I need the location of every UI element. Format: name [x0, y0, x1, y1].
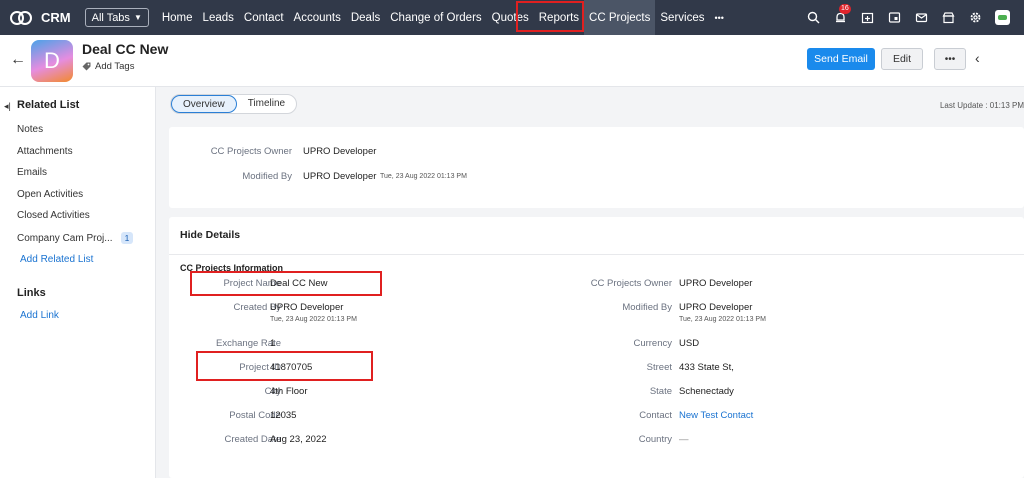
collapse-sidebar-icon[interactable]: ◂| — [4, 101, 11, 112]
nav-tab-quotes[interactable]: Quotes — [487, 0, 534, 35]
modified-time: Tue, 23 Aug 2022 01:13 PM — [380, 173, 467, 180]
country-value[interactable]: — — [679, 434, 689, 445]
field-label: Street — [646, 362, 672, 373]
nav-tab-contact[interactable]: Contact — [239, 0, 289, 35]
owner-value[interactable]: UPRO Developer — [303, 146, 376, 157]
notification-count-badge: 16 — [839, 3, 851, 14]
project-name-value[interactable]: Deal CC New — [270, 278, 328, 289]
sidebar-item-open-activities[interactable]: Open Activities — [17, 189, 83, 200]
bell-icon[interactable]: 16 — [833, 3, 851, 25]
add-related-list-link[interactable]: Add Related List — [20, 254, 93, 265]
gear-icon[interactable] — [968, 11, 982, 25]
edit-button[interactable]: Edit — [881, 48, 923, 70]
top-navigation-bar: CRM All Tabs ▼ Home Leads Contact Accoun… — [0, 0, 1024, 35]
created-date-value[interactable]: Aug 23, 2022 — [270, 434, 327, 445]
calendar-add-icon[interactable] — [860, 11, 874, 25]
count-badge: 1 — [120, 232, 134, 244]
nav-tab-change-of-orders[interactable]: Change of Orders — [385, 0, 486, 35]
topbar-actions: 16 — [806, 0, 1010, 35]
chevron-down-icon: ▼ — [133, 13, 142, 22]
module-tabs: Home Leads Contact Accounts Deals Change… — [157, 0, 729, 35]
modified-by-value: UPRO Developer — [679, 302, 753, 313]
sidebar-item-company-cam-projects[interactable]: Company Cam Proj... 1 — [17, 232, 134, 244]
divider — [169, 254, 1024, 255]
created-by-value: UPRO Developer — [270, 302, 344, 313]
nav-tab-deals[interactable]: Deals — [346, 0, 385, 35]
sidebar-item-attachments[interactable]: Attachments — [17, 146, 73, 157]
tablet-icon[interactable] — [887, 11, 901, 25]
nav-tab-services[interactable]: Services — [655, 0, 709, 35]
sidebar-item-label: Attachments — [17, 146, 73, 157]
record-header: ← D Deal CC New Add Tags Send Email Edit… — [0, 35, 1024, 87]
add-tags-link[interactable]: Add Tags — [82, 61, 134, 72]
field-label: Country — [638, 434, 672, 445]
brand-name: CRM — [41, 10, 71, 25]
field-label: CC Projects Owner — [210, 146, 292, 157]
section-title: CC Projects Information — [180, 263, 284, 273]
field-label: Currency — [633, 338, 672, 349]
app-switcher-icon[interactable] — [995, 10, 1010, 25]
currency-value[interactable]: USD — [679, 338, 699, 349]
sidebar-item-closed-activities[interactable]: Closed Activities — [17, 210, 90, 221]
field-label: State — [649, 386, 672, 397]
modified-by-value: UPRO Developer — [303, 171, 377, 182]
sidebar-item-emails[interactable]: Emails — [17, 167, 47, 178]
related-list-title: Related List — [17, 99, 80, 111]
exchange-rate-value[interactable]: 1 — [270, 338, 275, 349]
nav-tab-cc-projects[interactable]: CC Projects — [584, 0, 656, 35]
chevron-left-icon[interactable]: ‹ — [975, 50, 980, 66]
back-arrow-icon[interactable]: ← — [10, 51, 26, 69]
postal-code-value[interactable]: 12035 — [270, 410, 296, 421]
created-by-time: Tue, 23 Aug 2022 01:13 PM — [270, 316, 357, 323]
related-list-sidebar: ◂| Related List Notes Attachments Emails… — [0, 87, 156, 478]
contact-link[interactable]: New Test Contact — [679, 410, 753, 421]
tab-timeline[interactable]: Timeline — [237, 95, 296, 113]
nav-tab-reports[interactable]: Reports — [534, 0, 584, 35]
field-label: Contact — [639, 410, 672, 421]
sidebar-item-label: Closed Activities — [17, 210, 90, 221]
sidebar-item-label: Open Activities — [17, 189, 84, 200]
logo-icon — [10, 10, 36, 26]
field-label: Modified By — [242, 171, 292, 182]
mail-icon[interactable] — [914, 11, 928, 25]
all-tabs-label: All Tabs — [91, 11, 130, 24]
links-title: Links — [17, 287, 46, 299]
all-tabs-dropdown[interactable]: All Tabs ▼ — [84, 8, 149, 27]
summary-card: CC Projects Owner UPRO Developer Modifie… — [169, 127, 1024, 208]
project-id-value[interactable]: 41870705 — [270, 362, 312, 373]
crm-logo[interactable]: CRM — [10, 10, 71, 26]
state-value[interactable]: Schenectady — [679, 386, 734, 397]
last-update-text: Last Update : 01:13 PM — [939, 101, 1024, 110]
sidebar-item-label: Emails — [17, 167, 48, 178]
modified-by-time: Tue, 23 Aug 2022 01:13 PM — [679, 316, 766, 323]
nav-tab-accounts[interactable]: Accounts — [289, 0, 346, 35]
search-icon[interactable] — [806, 11, 820, 25]
record-title: Deal CC New — [82, 41, 169, 57]
add-tags-label: Add Tags — [95, 61, 135, 72]
sidebar-item-label: Notes — [17, 124, 44, 135]
record-avatar: D — [31, 40, 73, 82]
store-icon[interactable] — [941, 11, 955, 25]
tab-overview[interactable]: Overview — [171, 95, 237, 113]
add-link-link[interactable]: Add Link — [20, 310, 59, 321]
nav-tab-leads[interactable]: Leads — [198, 0, 239, 35]
sidebar-item-notes[interactable]: Notes — [17, 124, 43, 135]
owner-value[interactable]: UPRO Developer — [679, 278, 752, 289]
field-label: CC Projects Owner — [590, 278, 672, 289]
sidebar-item-label: Company Cam Proj... — [17, 232, 113, 244]
street-value[interactable]: 433 State St, — [679, 362, 734, 373]
view-tabs: Overview Timeline — [170, 94, 298, 114]
more-actions-button[interactable]: ••• — [934, 48, 966, 70]
tag-icon — [82, 62, 91, 71]
more-tabs-button[interactable]: ••• — [710, 0, 729, 35]
field-label: Modified By — [622, 302, 672, 313]
send-email-button[interactable]: Send Email — [807, 48, 875, 70]
hide-details-toggle[interactable]: Hide Details — [180, 229, 240, 241]
city-value[interactable]: 4th Floor — [270, 386, 308, 397]
main-content: Overview Timeline Last Update : 01:13 PM… — [156, 87, 1024, 478]
details-card: Hide Details CC Projects Information Pro… — [169, 217, 1024, 478]
nav-tab-home[interactable]: Home — [157, 0, 198, 35]
